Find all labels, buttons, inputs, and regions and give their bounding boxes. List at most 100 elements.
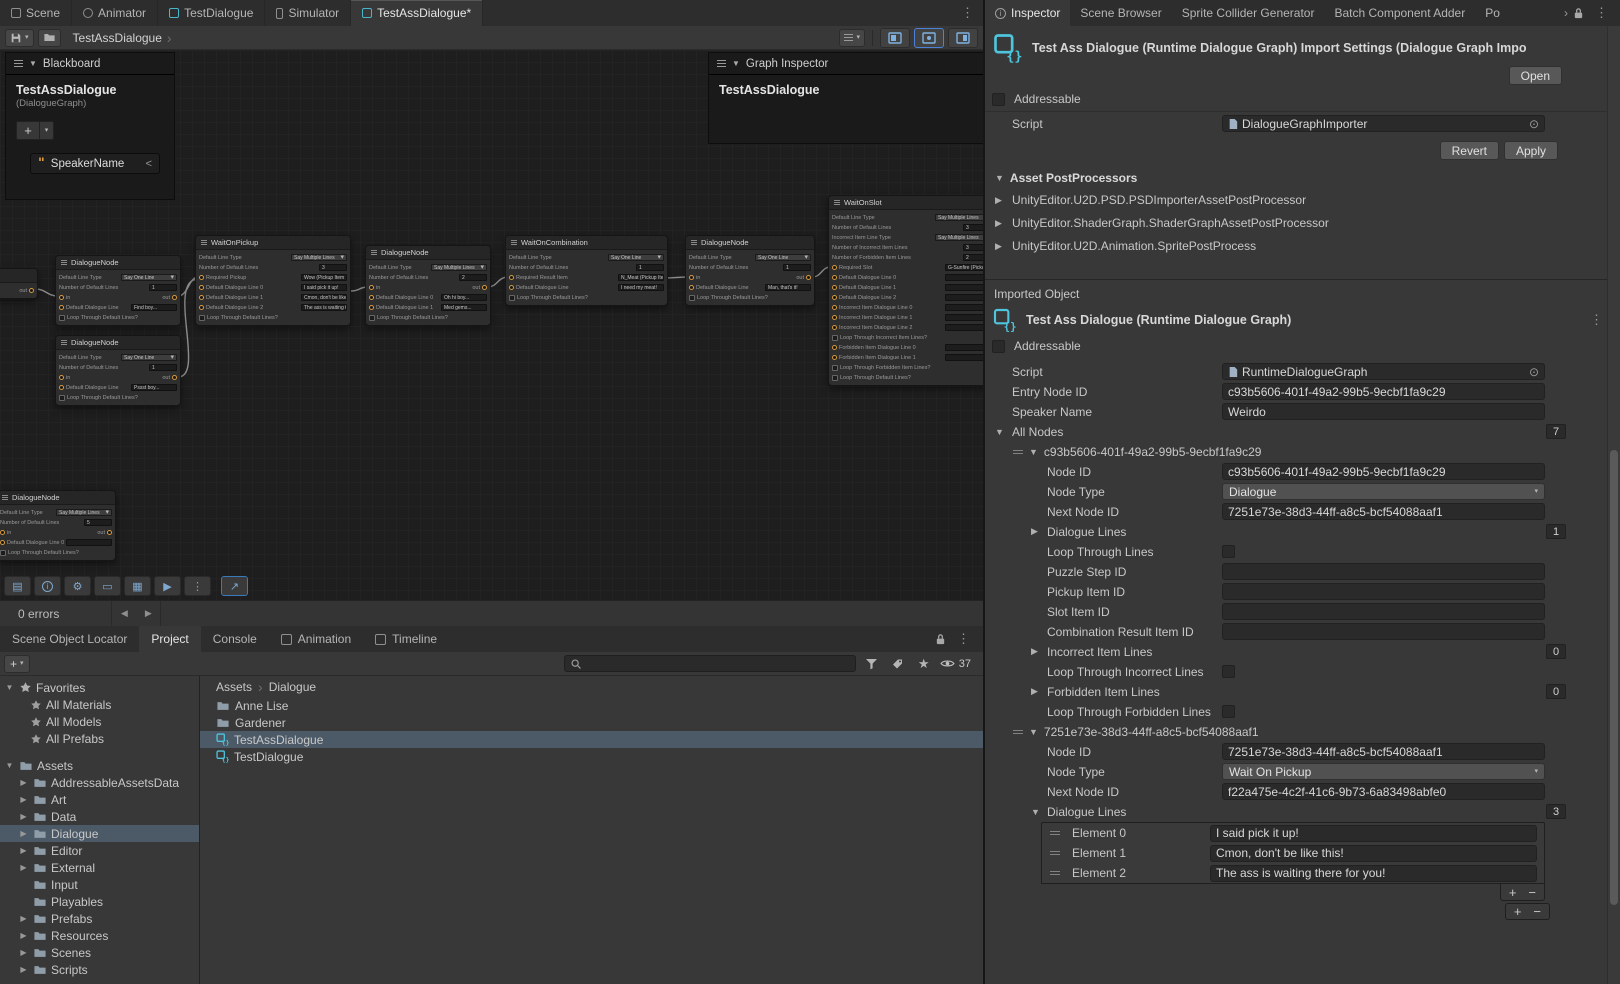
more-options-button[interactable]: ⋮ [184,576,211,596]
graph-node-title[interactable]: WaitOnPickup [196,236,350,250]
input-port-icon[interactable] [509,285,514,290]
graph-node-row[interactable]: Incorrect Item Line Type Say Multiple Li… [832,233,983,242]
node-dropdown[interactable]: Say Multiple Lines▾ [935,214,983,221]
graph-node-row[interactable]: Number of Default Lines 3 [832,223,983,232]
property-text-field[interactable] [1222,583,1545,600]
output-port-icon[interactable] [806,275,811,280]
saved-search-star-icon[interactable]: ★ [914,655,934,673]
assets-root[interactable]: ▼ Assets [0,757,199,774]
graph-node-row[interactable]: Default Dialogue Line 1 [832,283,983,292]
graph-node-row[interactable]: Default Dialogue Line 2 The ass is waiti… [199,303,347,312]
input-port-icon[interactable] [0,540,5,545]
window-tab[interactable]: Simulator [265,0,351,26]
input-port-icon[interactable] [832,315,837,320]
output-port-icon[interactable] [482,285,487,290]
node-checkbox[interactable] [832,335,838,341]
node-text-field[interactable]: Pssst boy... [131,384,177,391]
node-checkbox[interactable] [369,315,375,321]
all-nodes-count[interactable]: 7 [1546,424,1566,439]
graph-breadcrumb[interactable]: TestAssDialogue › [73,30,172,46]
folder-foldout-icon[interactable]: ▶ [18,829,29,838]
node-text-field[interactable]: Man, that's it! [765,284,811,291]
drag-handle-icon[interactable] [1013,450,1023,451]
favorites-root[interactable]: ▼ Favorites [0,679,199,696]
graph-node-row[interactable]: Loop Through Default Lines? [59,313,177,322]
node-text-field[interactable]: I said pick it up! [301,284,347,291]
graph-node-row[interactable]: Default Line Type Say One Line▾ [59,353,177,362]
input-port-icon[interactable] [59,305,64,310]
node-checkbox[interactable] [59,395,65,401]
graph-node-row[interactable]: Default Line Type Say Multiple Lines▾ [369,263,487,272]
all-nodes-add-button[interactable]: + [1514,904,1522,919]
node-text-field[interactable]: N_Meat (Pickup Item Data) [618,274,664,281]
node-text-field[interactable]: The ass is waiting there... [301,304,347,311]
graph-node-row[interactable]: Default Dialogue Line 0 [832,273,983,282]
window-tab[interactable]: Scene [0,0,72,26]
inspector-menu-icon[interactable]: ⋮ [1586,5,1617,21]
inspector-tab[interactable]: Po [1475,0,1510,26]
graph-node-row[interactable]: Default Line Type Say One Line▾ [509,253,664,262]
graph-inspector-foldout-icon[interactable]: ▼ [732,59,740,68]
input-port-icon[interactable] [369,305,374,310]
graph-node-title[interactable]: DialogueNode [686,236,814,250]
input-port-icon[interactable] [369,295,374,300]
breadcrumb-root[interactable]: Assets [216,680,252,694]
asset-list-item[interactable]: Anne Lise [200,697,983,714]
element-text-field[interactable]: I said pick it up! [1210,825,1537,842]
graph-inspector-menu-icon[interactable] [717,63,726,64]
node-text-field[interactable]: Med gems... [441,304,487,311]
graph-node-row[interactable]: Loop Through Forbidden Item Lines? [832,363,983,372]
graph-node[interactable]: WaitOnSlot Default Line Type Say Multipl… [828,195,983,386]
folder-foldout-icon[interactable]: ▶ [18,965,29,974]
node-checkbox[interactable] [832,365,838,371]
postprocessors-foldout-icon[interactable]: ▼ [995,173,1004,183]
graph-node-row[interactable]: Number of Forbidden Item Lines 2 [832,253,983,262]
graph-node-row[interactable]: in out [59,293,177,302]
element-drag-handle-icon[interactable] [1050,871,1060,872]
property-text-field[interactable]: c93b5606-401f-49a2-99b5-9ecbf1fa9c29 [1222,463,1545,480]
inspector-tab[interactable]: Sprite Collider Generator [1172,0,1325,26]
folder-foldout-icon[interactable]: ▶ [18,846,29,855]
search-by-type-icon[interactable] [862,655,882,673]
input-port-icon[interactable] [369,285,374,290]
tree-folder-item[interactable]: ▶ Scenes [0,944,199,961]
graph-node-row[interactable]: Loop Through Default Lines? [369,313,487,322]
graph-node-row[interactable]: Number of Default Lines 1 [59,363,177,372]
property-text-field[interactable] [1222,603,1545,620]
tab-scroll-right-icon[interactable]: › [1561,6,1571,20]
property-text-field[interactable] [1222,563,1545,580]
entry-node-field[interactable]: c93b5606-401f-49a2-99b5-9ecbf1fa9c29 [1222,383,1545,400]
list-size-field[interactable]: 0 [1546,684,1566,699]
graph-node-row[interactable]: Number of Incorrect Item Lines 3 [832,243,983,252]
node-dropdown[interactable]: Say Multiple Lines▾ [56,509,112,516]
property-text-field[interactable]: f22a475e-4c2f-41c6-9b73-6a83498abfe0 [1222,783,1545,800]
node-checkbox[interactable] [689,295,695,301]
node-number-field[interactable]: 1 [636,264,664,271]
project-search[interactable] [564,655,856,672]
play-preview-button[interactable]: ▶ [154,576,181,596]
input-port-icon[interactable] [59,385,64,390]
folder-foldout-icon[interactable]: ▶ [18,863,29,872]
folder-foldout-icon[interactable]: ▶ [18,931,29,940]
add-property-button[interactable]: + [16,121,40,140]
graph-options-button[interactable]: ▾ [839,29,865,47]
folder-foldout-icon[interactable]: ▶ [18,948,29,957]
node-text-field[interactable] [945,304,983,311]
node-number-field[interactable]: 1 [149,364,177,371]
postprocessor-item[interactable]: ▶ UnityEditor.U2D.Animation.SpritePostPr… [985,235,1620,257]
blackboard-menu-icon[interactable] [14,63,23,64]
foldout-closed-icon[interactable]: ▶ [1031,686,1038,697]
graph-node-title[interactable]: DialogueNode [0,491,115,505]
input-port-icon[interactable] [199,285,204,290]
next-error-button[interactable]: ▶ [136,601,160,626]
create-asset-button[interactable]: +▾ [4,655,30,673]
graph-node-row[interactable]: Default Dialogue Line Man, that's it! [689,283,811,292]
node-number-field[interactable]: 3 [963,244,983,251]
element-drag-handle-icon[interactable] [1050,851,1060,852]
inspector-tab[interactable]: i Inspector [985,0,1070,26]
graph-node-title[interactable]: StartNode [0,269,37,283]
graph-node[interactable]: DialogueNode Default Line Type Say One L… [55,255,181,326]
add-property-caret-icon[interactable]: ▾ [40,121,54,140]
tree-folder-item[interactable]: Playables [0,893,199,910]
graph-node-row[interactable]: Default Line Type Say One Line▾ [59,273,177,282]
